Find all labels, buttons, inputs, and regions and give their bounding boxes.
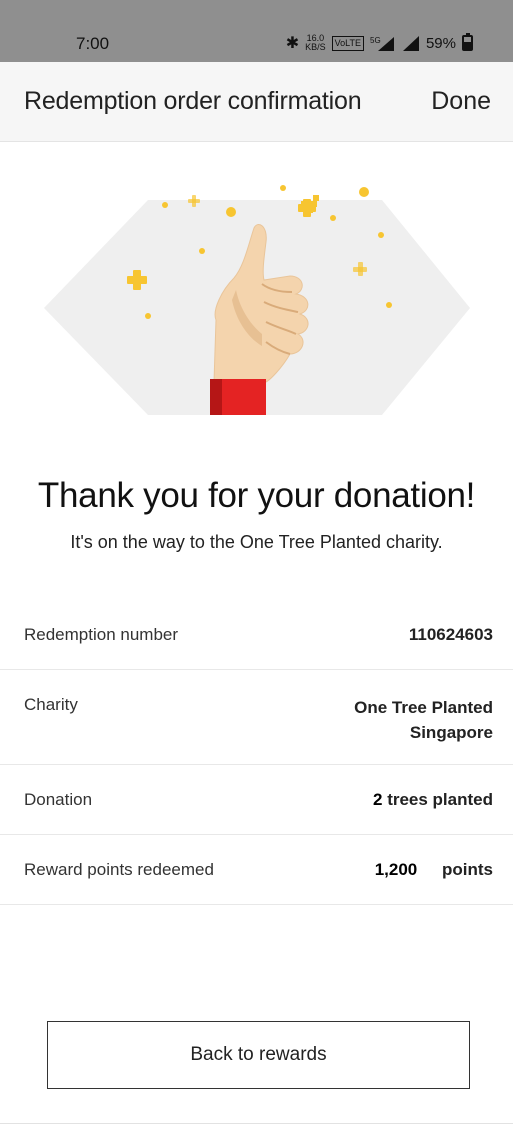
- charity-name: One Tree Planted: [354, 698, 493, 717]
- detail-label: Reward points redeemed: [24, 860, 214, 879]
- redemption-number-value: 110624603: [408, 625, 493, 644]
- confirmation-subtitle: It's on the way to the One Tree Planted …: [70, 532, 443, 552]
- detail-label: Redemption number: [24, 625, 179, 644]
- bottom-divider: [0, 1123, 513, 1124]
- back-to-rewards-button[interactable]: Back to rewards: [47, 1021, 470, 1089]
- detail-label: Charity: [24, 695, 78, 714]
- detail-row-donation: Donation 2 trees planted: [0, 765, 513, 835]
- detail-row-points-redeemed: Reward points redeemed 1,200 points: [0, 835, 513, 905]
- charity-location: Singapore: [409, 723, 493, 742]
- points-count: 1,200: [374, 860, 418, 879]
- page-title: Redemption order confirmation: [24, 87, 362, 115]
- bluetooth-icon: ✱: [285, 35, 300, 52]
- status-icons: ✱ 16.0 KB/S VoLTE 5G 59%: [286, 33, 473, 53]
- signal-5g-icon: 5G: [370, 36, 394, 51]
- network-speed: 16.0 KB/S: [305, 34, 326, 52]
- status-bar: 7:00 ✱ 16.0 KB/S VoLTE 5G 59%: [0, 0, 513, 62]
- charity-value: One Tree Planted Singapore: [354, 695, 493, 745]
- status-time: 7:00: [76, 34, 110, 53]
- volte-icon: VoLTE: [331, 35, 364, 51]
- speed-unit: KB/S: [305, 42, 326, 52]
- points-unit: points: [442, 860, 493, 879]
- thumbs-up-icon: [44, 185, 470, 415]
- battery-percentage: 59%: [425, 34, 456, 52]
- donation-count: 2: [372, 790, 383, 809]
- app-header: Redemption order confirmation Done: [0, 62, 513, 142]
- done-button[interactable]: Done: [431, 87, 491, 116]
- battery-icon: [462, 33, 473, 51]
- signal-strength-icon: [402, 36, 419, 51]
- points-value: 1,200 points: [375, 860, 493, 880]
- donation-unit: trees planted: [387, 790, 493, 809]
- svg-text:5G: 5G: [370, 36, 381, 45]
- detail-row-redemption-number: Redemption number 110624603: [0, 600, 513, 670]
- thank-you-heading: Thank you for your donation!: [37, 476, 476, 515]
- detail-label: Donation: [24, 790, 93, 809]
- hero-illustration: [0, 150, 513, 425]
- donation-value: 2 trees planted: [373, 790, 493, 810]
- detail-row-charity: Charity One Tree Planted Singapore: [0, 670, 513, 765]
- order-details: Redemption number 110624603 Charity One …: [0, 600, 513, 905]
